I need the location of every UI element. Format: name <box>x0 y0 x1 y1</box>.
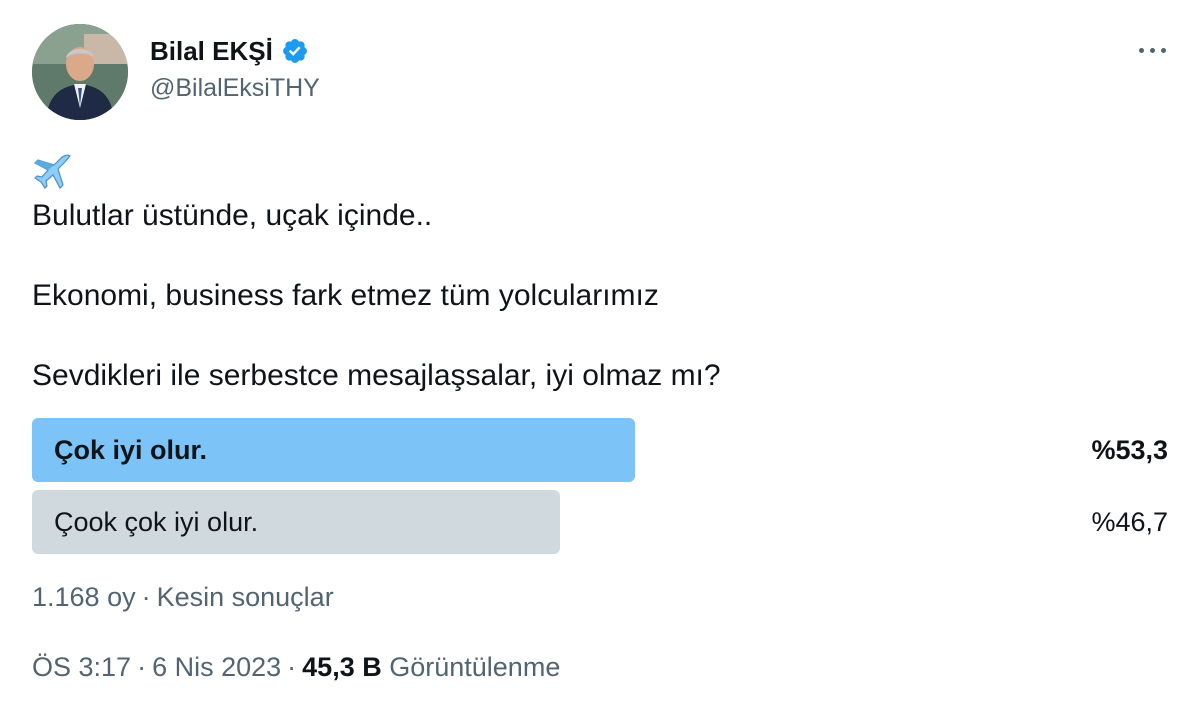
airplane-icon <box>32 152 74 194</box>
tweet-text-line-2: Ekonomi, business fark etmez tüm yolcula… <box>32 279 659 312</box>
author-handle[interactable]: @BilalEksiTHY <box>150 74 320 103</box>
author-display-name[interactable]: Bilal EKŞİ <box>150 36 273 67</box>
poll-option-2-label: Çook çok iyi olur. <box>54 507 259 537</box>
poll-option-1[interactable]: Çok iyi olur. %53,3 <box>32 418 1168 482</box>
poll-option-2-percent: %46,7 <box>1091 507 1168 537</box>
tweet-time[interactable]: ÖS 3:17 <box>32 652 131 682</box>
verified-badge-icon[interactable] <box>281 37 309 65</box>
more-options-icon[interactable] <box>1128 30 1176 70</box>
tweet-text-line-3: Sevdikleri ile serbestce mesajlaşsalar, … <box>32 359 721 392</box>
views-count[interactable]: 45,3 B <box>302 652 382 682</box>
views-label: Görüntülenme <box>389 652 561 682</box>
avatar[interactable] <box>32 24 128 120</box>
tweet-date[interactable]: 6 Nis 2023 <box>152 652 281 682</box>
poll-status: Kesin sonuçlar <box>156 582 334 612</box>
poll-option-1-label: Çok iyi olur. <box>54 435 208 465</box>
profile-photo <box>32 24 128 120</box>
poll-option-2[interactable]: Çook çok iyi olur. %46,7 <box>32 490 1168 554</box>
poll-meta: 1.168 oy · Kesin sonuçlar <box>32 582 334 612</box>
author-name-row[interactable]: Bilal EKŞİ <box>150 34 309 68</box>
poll-votes: 1.168 oy <box>32 582 136 612</box>
tweet-text-line-1: Bulutlar üstünde, uçak içinde.. <box>32 199 433 232</box>
poll-option-1-percent: %53,3 <box>1091 435 1168 465</box>
tweet-meta: ÖS 3:17 · 6 Nis 2023 · 45,3 B Görüntülenme <box>32 652 561 682</box>
